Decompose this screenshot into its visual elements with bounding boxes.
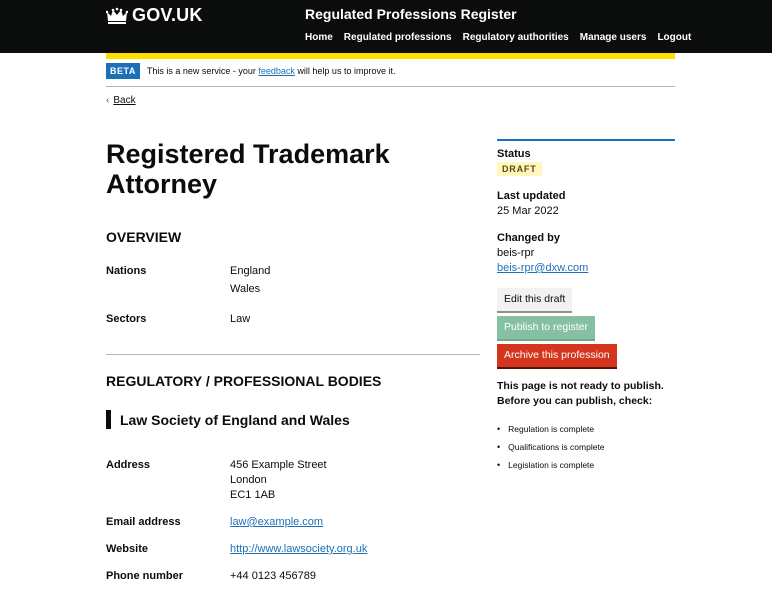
govuk-logo[interactable]: GOV.UK xyxy=(106,5,203,26)
address-line: 456 Example Street xyxy=(230,459,327,471)
address-line: EC1 1AB xyxy=(230,489,276,501)
section-divider xyxy=(106,354,480,355)
edit-draft-button[interactable]: Edit this draft xyxy=(497,288,573,311)
changed-by-email-link[interactable]: beis-rpr@dxw.com xyxy=(497,262,588,274)
beta-tag: BETA xyxy=(106,63,140,79)
nations-label: Nations xyxy=(106,265,147,277)
page-title: Registered Trademark Attorney xyxy=(106,139,390,199)
logo-text: GOV.UK xyxy=(132,5,203,25)
chevron-left-icon: ‹ xyxy=(106,95,110,106)
address-line: London xyxy=(230,474,267,486)
email-label: Email address xyxy=(106,516,181,528)
address-label: Address xyxy=(106,459,151,471)
last-updated-value: 25 Mar 2022 xyxy=(497,205,559,217)
checklist-item: Qualifications is complete xyxy=(497,438,604,456)
nav-regulatory-authorities[interactable]: Regulatory authorities xyxy=(463,32,569,43)
archive-button[interactable]: Archive this profession xyxy=(497,344,617,367)
regulatory-body-name: Law Society of England and Wales xyxy=(106,410,350,429)
nav-manage-users[interactable]: Manage users xyxy=(580,32,647,43)
website-value: http://www.lawsociety.org.uk xyxy=(230,542,367,557)
address-value: 456 Example Street London EC1 1AB xyxy=(230,458,327,503)
last-updated-label: Last updated xyxy=(497,190,566,202)
phase-banner: BETA This is a new service - your feedba… xyxy=(106,63,675,87)
sectors-value: Law xyxy=(230,313,251,325)
sectors-label: Sectors xyxy=(106,313,147,325)
nations-value: England Wales xyxy=(230,264,270,297)
email-value: law@example.com xyxy=(230,515,323,530)
checklist-item: Regulation is complete xyxy=(497,420,605,438)
header-nav: Home Regulated professions Regulatory au… xyxy=(305,32,691,43)
overview-heading: OVERVIEW xyxy=(106,229,182,245)
status-label: Status xyxy=(497,148,531,160)
website-label: Website xyxy=(106,543,148,555)
phone-value: +44 0123 456789 xyxy=(230,570,316,582)
status-badge: DRAFT xyxy=(497,162,542,176)
regulatory-body-title: Law Society of England and Wales xyxy=(120,411,350,428)
changed-by-email-wrapper: beis-rpr@dxw.com xyxy=(497,262,588,274)
feedback-link[interactable]: feedback xyxy=(258,66,295,76)
nav-logout[interactable]: Logout xyxy=(657,32,691,43)
publish-checklist: Regulation is complete Qualifications is… xyxy=(497,420,605,474)
phase-text-before: This is a new service - your xyxy=(146,66,259,76)
checklist-item: Legislation is complete xyxy=(497,456,605,474)
changed-by-user: beis-rpr xyxy=(497,247,535,259)
header-accent-bar xyxy=(106,53,675,59)
nation-item: England xyxy=(230,265,271,277)
phone-label: Phone number xyxy=(106,570,184,582)
inset-bar xyxy=(106,410,111,429)
publish-button[interactable]: Publish to register xyxy=(497,316,596,339)
sidebar-top-border xyxy=(497,139,675,141)
crown-icon xyxy=(106,7,128,24)
nav-home[interactable]: Home xyxy=(305,32,333,43)
website-link[interactable]: http://www.lawsociety.org.uk xyxy=(230,543,367,555)
email-link[interactable]: law@example.com xyxy=(230,516,323,528)
back-link-wrapper: ‹ Back xyxy=(106,95,136,106)
back-link[interactable]: Back xyxy=(113,95,135,106)
phase-text-after: will help us to improve it. xyxy=(294,66,396,76)
nav-regulated-professions[interactable]: Regulated professions xyxy=(344,32,452,43)
service-name[interactable]: Regulated Professions Register xyxy=(305,6,517,22)
phase-banner-text: This is a new service - your feedback wi… xyxy=(147,66,396,76)
changed-by-label: Changed by xyxy=(497,232,560,244)
site-header: GOV.UK Regulated Professions Register Ho… xyxy=(0,0,772,53)
nation-item: Wales xyxy=(230,283,261,295)
regulatory-bodies-heading: REGULATORY / PROFESSIONAL BODIES xyxy=(106,373,382,389)
not-ready-message: This page is not ready to publish. Befor… xyxy=(497,380,664,407)
